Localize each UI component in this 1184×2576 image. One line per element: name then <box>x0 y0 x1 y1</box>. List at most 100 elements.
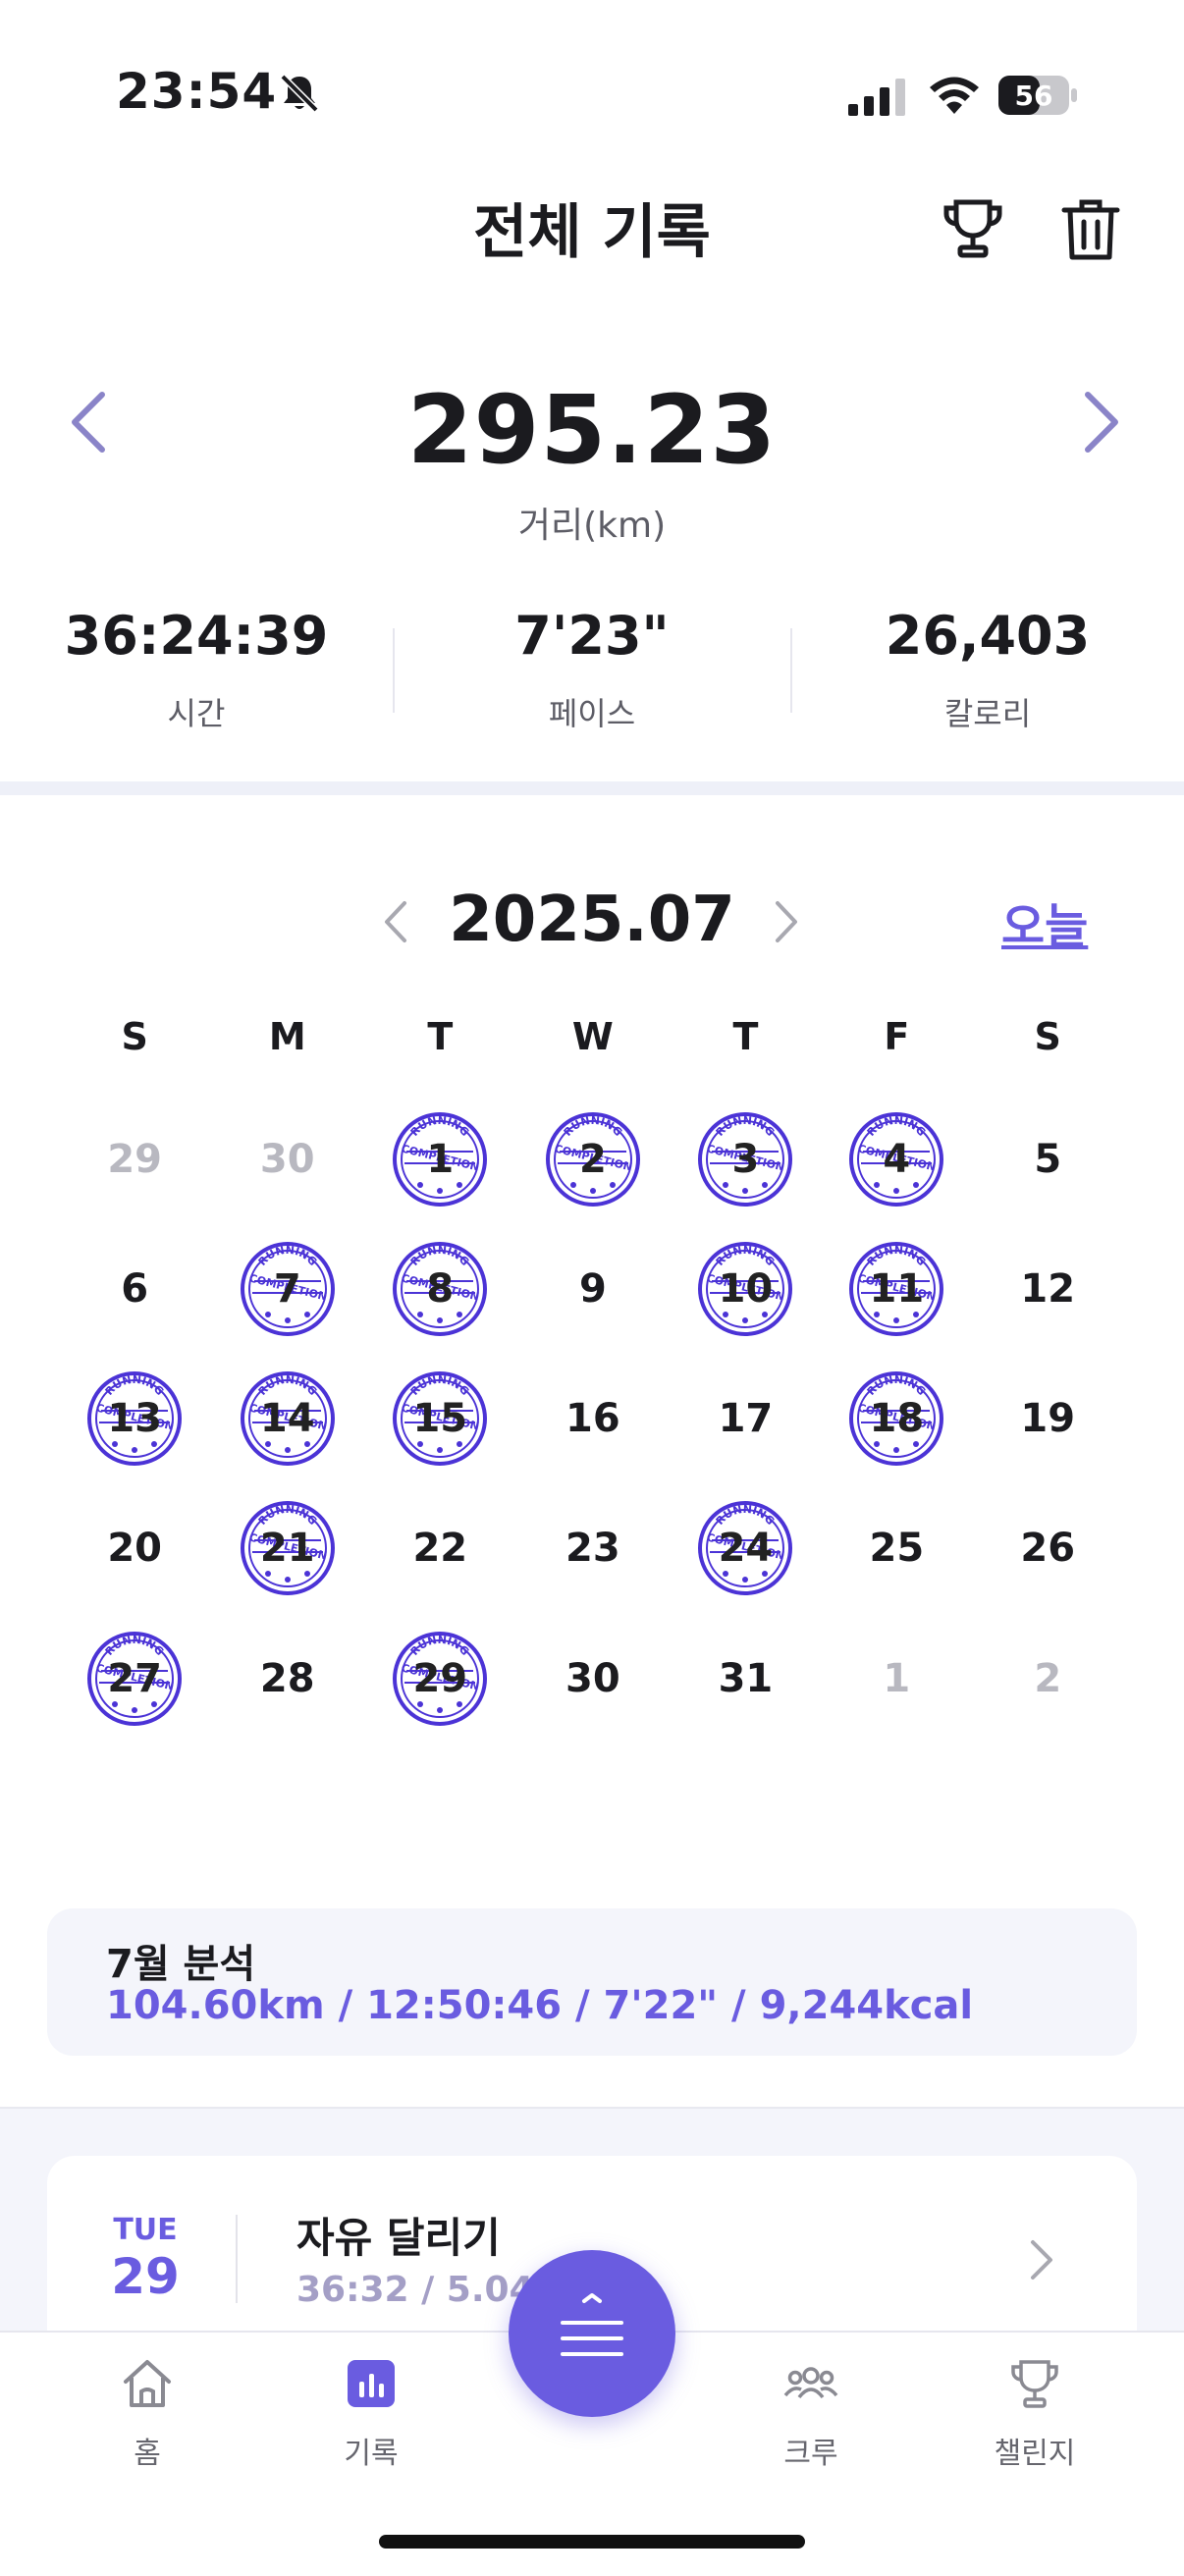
signal-icon <box>848 79 905 116</box>
chart-icon <box>348 2360 395 2407</box>
svg-text:RUNNING: RUNNING <box>408 1244 472 1268</box>
page-title: 전체 기록 <box>473 198 711 267</box>
stat-divider <box>393 628 395 713</box>
chevron-right-icon[interactable] <box>1027 2236 1056 2283</box>
today-button[interactable]: 오늘 <box>1001 887 1088 956</box>
calendar-day-completed[interactable]: RUNNING COMPLETION 3 <box>691 1105 799 1213</box>
calendar-day[interactable]: 29 <box>81 1105 188 1213</box>
svg-text:RUNNING: RUNNING <box>408 1114 472 1139</box>
calendar-day-completed[interactable]: RUNNING COMPLETION 27 <box>81 1625 188 1733</box>
section-separator <box>0 781 1184 795</box>
calendar-day-number: 17 <box>718 1396 774 1442</box>
calendar-day-number: 4 <box>883 1136 911 1182</box>
nav-home[interactable]: 홈 <box>59 2354 236 2492</box>
trophy-icon <box>1011 2360 1058 2408</box>
menu-icon <box>561 2293 623 2356</box>
nav-challenge[interactable]: 챌린지 <box>946 2354 1123 2492</box>
calendar-day-completed[interactable]: RUNNING COMPLETION 14 <box>234 1365 342 1473</box>
calendar-day[interactable]: 23 <box>539 1494 647 1602</box>
home-indicator <box>379 2535 805 2549</box>
calendar-day-number: 27 <box>107 1655 162 1701</box>
calendar-day[interactable]: 16 <box>539 1365 647 1473</box>
calendar-day-number: 20 <box>107 1526 162 1572</box>
calendar-day-number: 3 <box>731 1136 760 1182</box>
calendar-month-title: 2025.07 <box>449 884 735 956</box>
calendar-day-completed[interactable]: RUNNING COMPLETION 8 <box>386 1235 494 1343</box>
calendar-day-completed[interactable]: RUNNING COMPLETION 18 <box>842 1365 950 1473</box>
calendar-day-completed[interactable]: RUNNING COMPLETION 24 <box>691 1494 799 1602</box>
calendar-day-completed[interactable]: RUNNING COMPLETION 4 <box>842 1105 950 1213</box>
calendar-day-completed[interactable]: RUNNING COMPLETION 2 <box>539 1105 647 1213</box>
calendar-day[interactable]: 26 <box>994 1494 1102 1602</box>
calendar-day-completed[interactable]: RUNNING COMPLETION 13 <box>81 1365 188 1473</box>
calendar-day-number: 5 <box>1034 1136 1062 1182</box>
home-icon <box>124 2360 171 2407</box>
calendar-day-number: 15 <box>412 1396 468 1442</box>
calendar-day[interactable]: 31 <box>691 1625 799 1733</box>
calendar-day[interactable]: 25 <box>842 1494 950 1602</box>
calendar-day-number: 11 <box>869 1266 925 1313</box>
calendar-day-number: 2 <box>1034 1655 1062 1701</box>
svg-text:RUNNING: RUNNING <box>865 1244 929 1268</box>
battery-level: 56 <box>1015 80 1053 112</box>
svg-text:RUNNING: RUNNING <box>865 1373 929 1398</box>
distance-label: 거리(km) <box>517 506 667 546</box>
calendar-day-completed[interactable]: RUNNING COMPLETION 15 <box>386 1365 494 1473</box>
calendar-day-completed[interactable]: RUNNING COMPLETION 10 <box>691 1235 799 1343</box>
calendar-day-number: 1 <box>883 1655 911 1701</box>
calendar-day[interactable]: 12 <box>994 1235 1102 1343</box>
menu-fab-button[interactable] <box>509 2250 675 2417</box>
calendar-day[interactable]: 19 <box>994 1365 1102 1473</box>
svg-text:RUNNING: RUNNING <box>103 1633 167 1657</box>
calendar-day-number: 18 <box>869 1396 925 1442</box>
calendar-day-completed[interactable]: RUNNING COMPLETION 21 <box>234 1494 342 1602</box>
svg-text:RUNNING: RUNNING <box>561 1114 624 1139</box>
calendar-day-number: 6 <box>121 1266 149 1313</box>
status-time: 23:54 <box>116 63 278 120</box>
calendar-day[interactable]: 5 <box>994 1105 1102 1213</box>
next-month-button[interactable] <box>772 895 801 948</box>
svg-text:RUNNING: RUNNING <box>865 1114 929 1139</box>
calendar-day[interactable]: 1 <box>842 1625 950 1733</box>
calendar-day[interactable]: 28 <box>234 1625 342 1733</box>
calendar-day-number: 31 <box>718 1655 774 1701</box>
weekday-label: T <box>732 1015 759 1058</box>
calendar-day-completed[interactable]: RUNNING COMPLETION 11 <box>842 1235 950 1343</box>
trash-icon[interactable] <box>1060 196 1121 261</box>
svg-text:RUNNING: RUNNING <box>255 1244 319 1268</box>
calendar-day-number: 1 <box>426 1136 455 1182</box>
calendar-day-number: 21 <box>259 1526 315 1572</box>
calendar-day-number: 7 <box>273 1266 301 1313</box>
svg-text:RUNNING: RUNNING <box>714 1503 778 1528</box>
calendar-day[interactable]: 22 <box>386 1494 494 1602</box>
trophy-icon[interactable] <box>941 196 1005 261</box>
crew-icon <box>783 2367 838 2399</box>
calendar-day-number: 19 <box>1020 1396 1076 1442</box>
calendar-day[interactable]: 30 <box>539 1625 647 1733</box>
nav-records[interactable]: 기록 <box>283 2354 459 2492</box>
calendar-day-number: 28 <box>259 1655 315 1701</box>
calendar-day-number: 12 <box>1020 1266 1076 1313</box>
stat-calorie-label: 칼로리 <box>943 695 1032 732</box>
calendar-day-completed[interactable]: RUNNING COMPLETION 7 <box>234 1235 342 1343</box>
nav-home-label: 홈 <box>134 2437 161 2471</box>
calendar-day[interactable]: 9 <box>539 1235 647 1343</box>
svg-text:RUNNING: RUNNING <box>255 1373 319 1398</box>
calendar-day[interactable]: 17 <box>691 1365 799 1473</box>
calendar-day-number: 22 <box>412 1526 468 1572</box>
calendar-day[interactable]: 30 <box>234 1105 342 1213</box>
calendar-day-number: 30 <box>565 1655 620 1701</box>
calendar-day-number: 25 <box>869 1526 925 1572</box>
stat-calorie-value: 26,403 <box>885 605 1091 667</box>
nav-records-label: 기록 <box>344 2437 399 2471</box>
record-day: 29 <box>111 2248 180 2305</box>
calendar-day-number: 8 <box>426 1266 455 1313</box>
calendar-day-completed[interactable]: RUNNING COMPLETION 29 <box>386 1625 494 1733</box>
nav-crew[interactable]: 크루 <box>723 2354 899 2492</box>
calendar-day[interactable]: 6 <box>81 1235 188 1343</box>
weekday-label: T <box>427 1015 454 1058</box>
calendar-day-completed[interactable]: RUNNING COMPLETION 1 <box>386 1105 494 1213</box>
calendar-day[interactable]: 20 <box>81 1494 188 1602</box>
total-distance: 295.23 <box>406 375 778 485</box>
calendar-day[interactable]: 2 <box>994 1625 1102 1733</box>
